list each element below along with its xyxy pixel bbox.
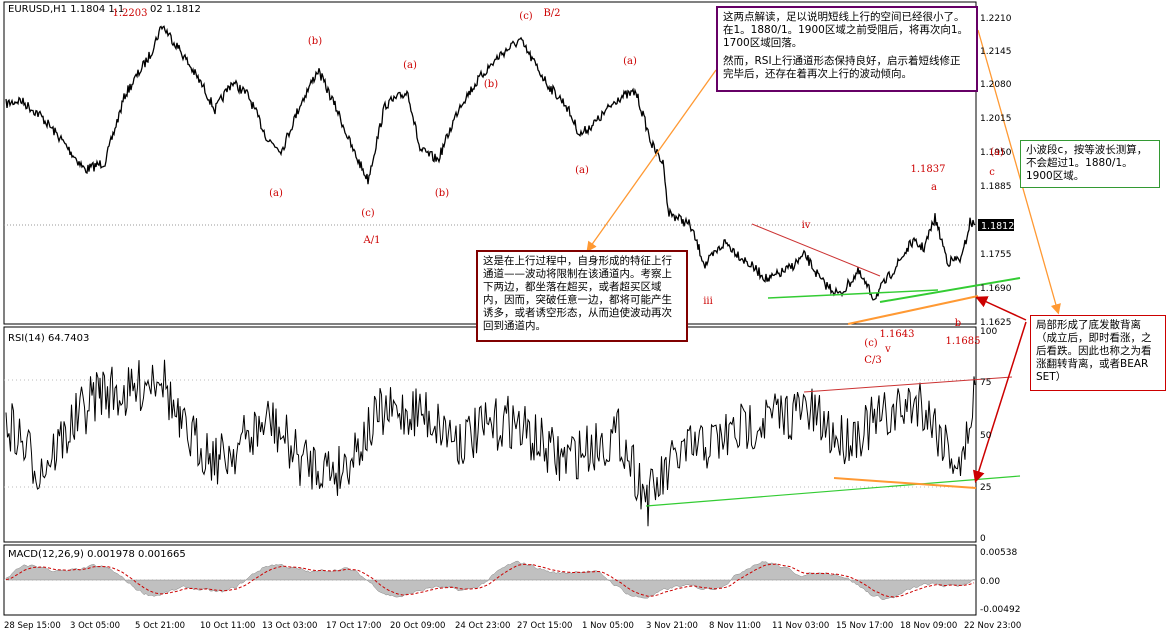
price-y-tick: 1.2080 [980,80,1012,90]
price-red-trend-line [751,223,881,277]
rsi-green-channel-line [645,475,1021,507]
x-tick: 11 Nov 03:00 [772,621,829,631]
x-tick: 17 Oct 17:00 [326,621,381,631]
wave-label-a_3: (a) [269,188,283,199]
price-y-tick: 1.1690 [980,284,1012,294]
x-tick: 10 Oct 11:00 [200,621,255,631]
price-y-tick: 1.2210 [980,14,1012,24]
wave-label-iii: iii [703,296,713,307]
wave-label-c_1: (c) [361,208,375,219]
callout-top: 这两点解读，足以说明短线上行的空间已经很小了。在1。1880/1。1900区域之… [716,6,978,92]
wave-label-c_right: c [989,167,995,178]
price-y-tick: 1.2015 [980,114,1012,124]
macd-y-tick: 0.00 [980,577,1000,587]
price-panel-title: EURUSD,H1 1.1804 1.1 [8,4,124,15]
x-tick: 28 Sep 15:00 [4,621,61,631]
rsi-orange-line [833,477,977,489]
price-panel-title-tail: 02 1.1812 [150,4,201,15]
rsi-panel-title: RSI(14) 64.7403 [8,333,89,344]
x-tick: 3 Oct 05:00 [70,621,120,631]
wave-label-low_b: 1.1685 [946,336,981,347]
wave-label-b_3: (b) [435,188,449,199]
x-tick: 27 Oct 15:00 [517,621,572,631]
wave-label-a_small: a [931,182,937,193]
macd-y-tick: -0.00492 [980,605,1020,615]
x-tick: 3 Nov 21:00 [646,621,698,631]
price-y-tick: 1.1755 [980,250,1012,260]
callout-channel-text: 这是在上行过程中，自身形成的特征上行通道——波动将限制在该通道内。考察上下两边，… [483,255,672,332]
callout-green-text: 小波段c，按等波长测算，不会超过1。1880/1。1900区域。 [1026,144,1148,182]
macd-y-tick: 0.00538 [980,548,1017,558]
macd-panel-title: MACD(12,26,9) 0.001978 0.001665 [8,549,186,560]
price-y-tick: 1.2145 [980,47,1012,57]
callout-channel: 这是在上行过程中，自身形成的特征上行通道——波动将限制在该通道内。考察上下两边，… [476,250,688,342]
arrow-red-rsi [972,321,1027,483]
rsi-panel-frame [3,326,977,543]
wave-label-b_1: (b) [308,36,322,47]
price-y-tick: 1.1885 [980,182,1012,192]
wave-label-b_2: (b) [484,79,498,90]
callout-red-text: 局部形成了底发散背离（成立后，即时看涨，之后看跌。因此也称之为看涨翻转背离，或者… [1036,319,1152,383]
wave-label-iv: iv [802,220,811,231]
callout-top-paragraph-2: 然而，RSI上行通道形态保持良好，启示着短线修正完毕后，还存在着再次上行的波动倾… [723,55,961,80]
wave-label-c_2: (c) [864,338,878,349]
wave-label-low: 1.1643 [880,329,915,340]
x-tick: 5 Oct 21:00 [135,621,185,631]
callout-red: 局部形成了底发散背离（成立后，即时看涨，之后看跌。因此也称之为看涨翻转背离，或者… [1030,315,1166,391]
wave-label-a_1: (a) [403,60,417,71]
wave-label-a_4: (a) [575,165,589,176]
wave-label-high_1: 1.2203 [113,8,148,19]
wave-label-a1: A/1 [363,235,381,246]
x-tick: 15 Nov 17:00 [836,621,893,631]
x-tick: 22 Nov 23:00 [964,621,1021,631]
macd-histogram [5,560,976,600]
rsi-y-tick: 100 [980,327,997,337]
x-tick: 24 Oct 23:00 [455,621,510,631]
x-tick: 18 Nov 09:00 [900,621,957,631]
wave-label-b_small: b [955,318,961,329]
wave-label-a_right: (a) [990,147,1004,158]
callout-green: 小波段c，按等波长测算，不会超过1。1880/1。1900区域。 [1020,140,1160,188]
rsi-y-tick: 0 [980,534,986,544]
rsi-y-tick: 75 [980,378,991,388]
callout-top-paragraph-1: 这两点解读，足以说明短线上行的空间已经很小了。在1。1880/1。1900区域之… [723,11,969,49]
current-price-label: 1.1812 [981,221,1014,232]
wave-label-c3: C/3 [864,355,881,366]
wave-label-high_2: 1.1837 [911,164,946,175]
x-tick: 8 Nov 11:00 [709,621,761,631]
wave-label-b2: B/2 [543,8,560,19]
wave-label-a_2: (a) [623,56,637,67]
rsi-series [5,359,976,527]
wave-label-c_top: (c) [519,11,533,22]
wave-label-v: v [884,344,891,355]
rsi-y-tick: 25 [980,483,991,493]
rsi-y-tick: 50 [980,431,992,441]
x-tick: 13 Oct 03:00 [262,621,317,631]
x-tick: 1 Nov 05:00 [582,621,634,631]
arrow-red-price [975,296,1027,321]
x-tick: 20 Oct 09:00 [390,621,445,631]
arrow-top-callout [586,69,717,253]
